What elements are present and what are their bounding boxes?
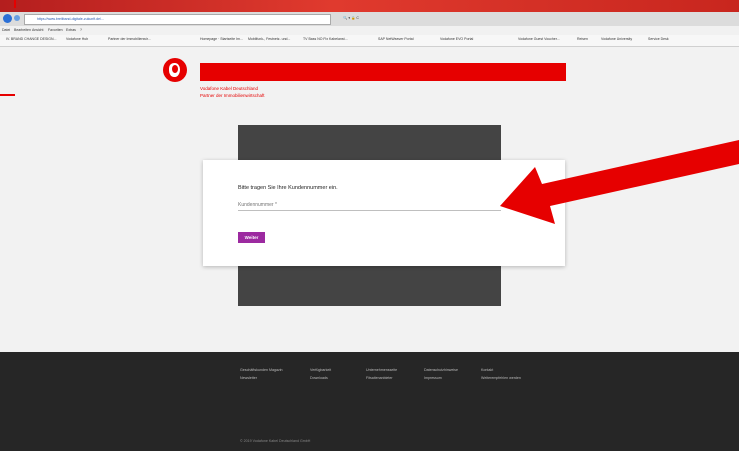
form-prompt: Bitte tragen Sie Ihre Kundennummer ein. [238,185,338,191]
forward-button[interactable] [14,15,20,21]
red-marker-line [0,94,15,96]
footer-link[interactable]: Kontakt [481,368,493,372]
address-icons[interactable]: 🔍 ▾ 🔒 C [343,16,359,21]
fav-1[interactable]: Vodafone Hub [66,37,88,42]
fav-6[interactable]: SAP NetWeaver Portal [378,37,413,42]
input-underline [238,210,501,211]
menu-help[interactable]: ? [80,28,82,33]
footer-link[interactable]: Datenschutzhinweise [424,368,458,372]
customer-number-input[interactable] [238,201,501,209]
footer-link[interactable]: Geschäftskunden Magazin [240,368,283,372]
favorites-bar: IV. BRAND CHANGE DESIGN... Vodafone Hub … [0,35,739,47]
footer [0,352,739,451]
brand-name: Vodafone Kabel Deutschland [200,86,259,91]
fav-4[interactable]: Mobilfunk-, Festnetz- und... [248,37,290,42]
menu-ansicht[interactable]: Ansicht [32,28,43,33]
fav-8[interactable]: Vodafone Guest Voucher... [518,37,560,42]
fav-7[interactable]: Vodafone EVO Portal [440,37,473,42]
footer-link[interactable]: Downloads [310,376,328,380]
back-button[interactable] [3,14,12,23]
footer-link[interactable]: Unternehmensseite [366,368,397,372]
copyright: © 2019 Vodafone Kabel Deutschland GmbH [240,439,311,443]
red-marker [14,0,16,8]
menu-bar: Datei Bearbeiten Ansicht Favoriten Extra… [0,26,739,35]
window-title-bar [0,0,739,12]
menu-favoriten[interactable]: Favoriten [48,28,63,33]
url-field[interactable]: https://www.breitband-digitale-zukunft.d… [24,14,331,25]
footer-link[interactable]: Verfügbarkeit [310,368,331,372]
menu-bearbeiten[interactable]: Bearbeiten [14,28,31,33]
header-banner [200,63,566,81]
fav-0[interactable]: IV. BRAND CHANGE DESIGN... [6,37,56,42]
url-text: https://www.breitband-digitale-zukunft.d… [37,17,104,21]
address-bar-row: https://www.breitband-digitale-zukunft.d… [0,12,739,38]
fav-9[interactable]: Reisen [577,37,588,42]
footer-link[interactable]: Newsletter [240,376,257,380]
menu-datei[interactable]: Datei [2,28,10,33]
arrow-shape [500,140,739,224]
footer-link[interactable]: Impressum [424,376,442,380]
brand-subtitle: Partner der Immobilienwirtschaft [200,93,265,98]
menu-extras[interactable]: Extras [66,28,76,33]
fav-10[interactable]: Vodafone University [601,37,632,42]
fav-3[interactable]: Homepage · Startseite Im... [200,37,243,42]
continue-button[interactable]: Weiter [238,232,265,243]
fav-2[interactable]: Partner der Immobilienwir... [108,37,151,42]
fav-5[interactable]: TV Bass NO Fix Kabelanst... [303,37,348,42]
vodafone-logo[interactable] [163,58,187,82]
footer-link[interactable]: Weiterempfehlen werden [481,376,521,380]
red-arrow-annotation [500,140,739,224]
fav-11[interactable]: Service Desk [648,37,669,42]
footer-link[interactable]: Fitsaitenanbieter [366,376,393,380]
